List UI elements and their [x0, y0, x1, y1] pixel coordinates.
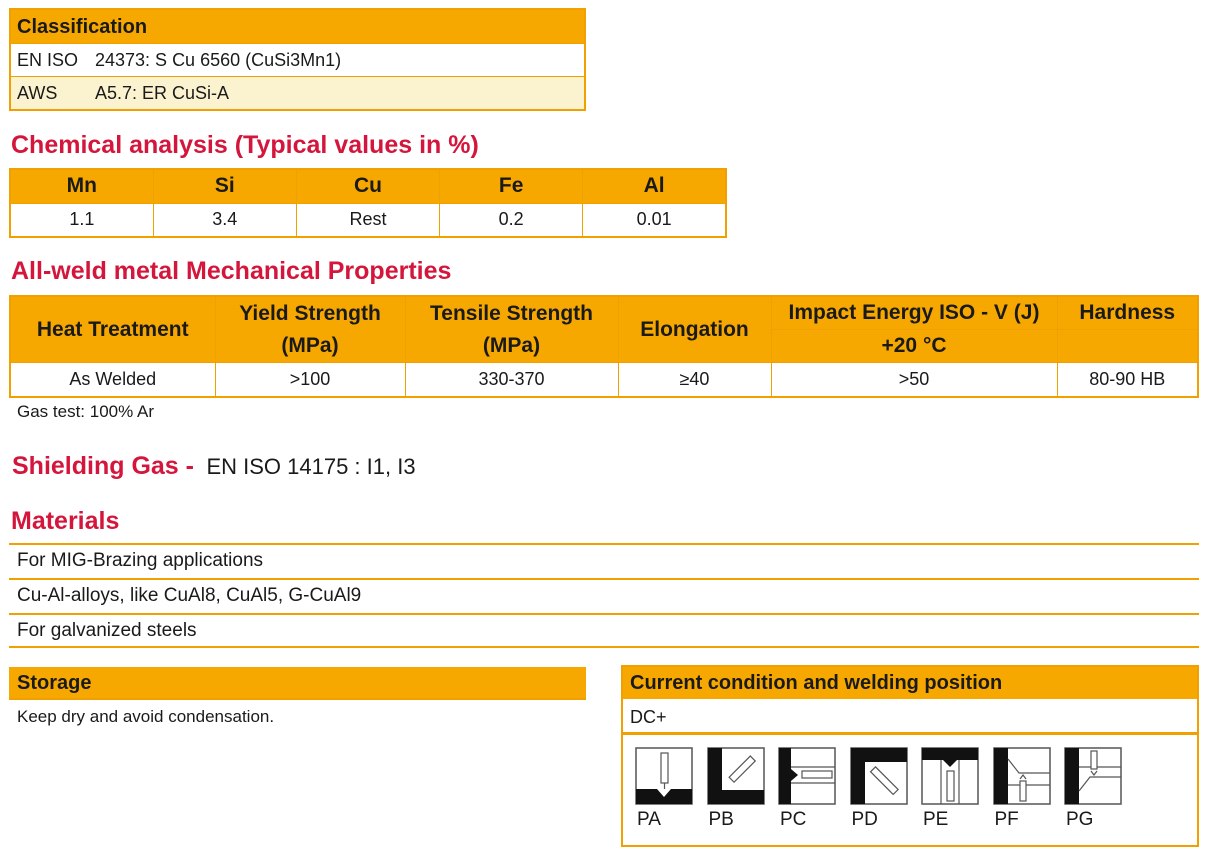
- position-pa: PA: [635, 747, 707, 831]
- value-impact-energy: >50: [770, 362, 1058, 397]
- value-al: 0.01: [582, 202, 727, 238]
- value-mn: 1.1: [9, 202, 154, 238]
- header-tensile-strength: Tensile Strength (MPa): [404, 295, 619, 363]
- position-pe-label: PE: [923, 809, 949, 830]
- header-yield-line2: (MPa): [281, 333, 339, 357]
- value-heat-treatment: As Welded: [9, 362, 216, 397]
- position-pb-icon: [706, 747, 765, 805]
- materials-list: For MIG-Brazing applications Cu-Al-alloy…: [9, 543, 1199, 648]
- value-fe: 0.2: [439, 202, 584, 238]
- classification-box: Classification EN ISO 24373: S Cu 6560 (…: [9, 8, 586, 111]
- materials-title: Materials: [11, 507, 120, 535]
- header-al: Al: [582, 168, 727, 204]
- shielding-gas: Shielding Gas - EN ISO 14175 : I1, I3: [12, 452, 416, 481]
- table-header-row: Mn Si Cu Fe Al: [9, 168, 727, 204]
- position-pg-label: PG: [1066, 809, 1094, 830]
- shielding-gas-label: Shielding Gas -: [12, 452, 194, 480]
- current-polarity: DC+: [623, 699, 1197, 735]
- storage-title: Storage: [9, 667, 586, 700]
- table-row: 1.1 3.4 Rest 0.2 0.01: [9, 202, 727, 238]
- header-tensile-line1: Tensile Strength: [430, 301, 593, 325]
- position-pf: PF: [992, 747, 1065, 831]
- welding-positions: PA PB PC PD PE PF PG: [635, 747, 1136, 831]
- header-elongation: Elongation: [617, 295, 772, 363]
- table-row: As Welded >100 330-370 ≥40 >50 80-90 HB: [9, 362, 1199, 397]
- header-hardness: Hardness: [1056, 295, 1199, 330]
- position-pa-label: PA: [637, 809, 661, 830]
- gas-test-note: Gas test: 100% Ar: [17, 402, 155, 421]
- classification-row: EN ISO 24373: S Cu 6560 (CuSi3Mn1): [11, 43, 584, 76]
- header-yield-strength: Yield Strength (MPa): [214, 295, 406, 363]
- classification-key: EN ISO: [17, 49, 79, 70]
- classification-title: Classification: [11, 10, 584, 43]
- position-pe-icon: [921, 747, 979, 805]
- list-item: For MIG-Brazing applications: [9, 543, 1199, 578]
- header-tensile-line2: (MPa): [482, 333, 541, 357]
- position-pf-icon: [992, 747, 1051, 805]
- value-tensile-strength: 330-370: [404, 362, 619, 397]
- shielding-gas-value: EN ISO 14175 : I1, I3: [206, 454, 416, 479]
- position-pc-icon: [778, 747, 836, 805]
- classification-row: AWS A5.7: ER CuSi-A: [11, 76, 584, 109]
- current-condition-box: Current condition and welding position D…: [621, 665, 1199, 847]
- position-pd-icon: [849, 747, 908, 805]
- header-fe: Fe: [439, 168, 584, 204]
- current-condition-title: Current condition and welding position: [623, 667, 1197, 699]
- position-pb-label: PB: [708, 809, 734, 830]
- position-pg: PG: [1064, 747, 1136, 831]
- header-yield-line1: Yield Strength: [239, 301, 381, 325]
- position-pc: PC: [778, 747, 850, 831]
- position-pc-label: PC: [780, 809, 807, 830]
- list-item: Cu-Al-alloys, like CuAl8, CuAl5, G-CuAl9: [9, 578, 1199, 613]
- value-si: 3.4: [152, 202, 297, 238]
- chemical-analysis-title: Chemical analysis (Typical values in %): [11, 131, 479, 159]
- position-pb: PB: [706, 747, 779, 831]
- position-pe: PE: [921, 747, 993, 831]
- header-mn: Mn: [9, 168, 154, 204]
- header-hardness-empty: [1056, 329, 1199, 363]
- classification-value: A5.7: ER CuSi-A: [95, 82, 230, 103]
- value-cu: Rest: [295, 202, 441, 238]
- storage-text: Keep dry and avoid condensation.: [17, 707, 275, 726]
- position-pf-label: PF: [994, 809, 1019, 830]
- value-elongation: ≥40: [617, 362, 772, 397]
- position-pa-icon: [635, 747, 693, 805]
- classification-value: 24373: S Cu 6560 (CuSi3Mn1): [95, 49, 342, 70]
- value-yield-strength: >100: [214, 362, 406, 397]
- chemical-analysis-table: Mn Si Cu Fe Al 1.1 3.4 Rest 0.2 0.01: [9, 168, 727, 238]
- value-hardness: 80-90 HB: [1056, 362, 1199, 397]
- header-cu: Cu: [295, 168, 441, 204]
- position-pg-icon: [1064, 747, 1122, 805]
- header-impact-temperature: +20 °C: [770, 329, 1058, 363]
- classification-key: AWS: [17, 82, 58, 103]
- mechanical-properties-table: Heat Treatment Yield Strength (MPa) Tens…: [9, 295, 1199, 398]
- header-si: Si: [152, 168, 297, 204]
- position-pd-label: PD: [851, 809, 878, 830]
- mechanical-properties-title: All-weld metal Mechanical Properties: [11, 257, 452, 285]
- list-item: For galvanized steels: [9, 613, 1199, 648]
- header-impact-energy: Impact Energy ISO - V (J): [770, 295, 1058, 330]
- header-heat-treatment: Heat Treatment: [9, 295, 216, 363]
- position-pd: PD: [849, 747, 922, 831]
